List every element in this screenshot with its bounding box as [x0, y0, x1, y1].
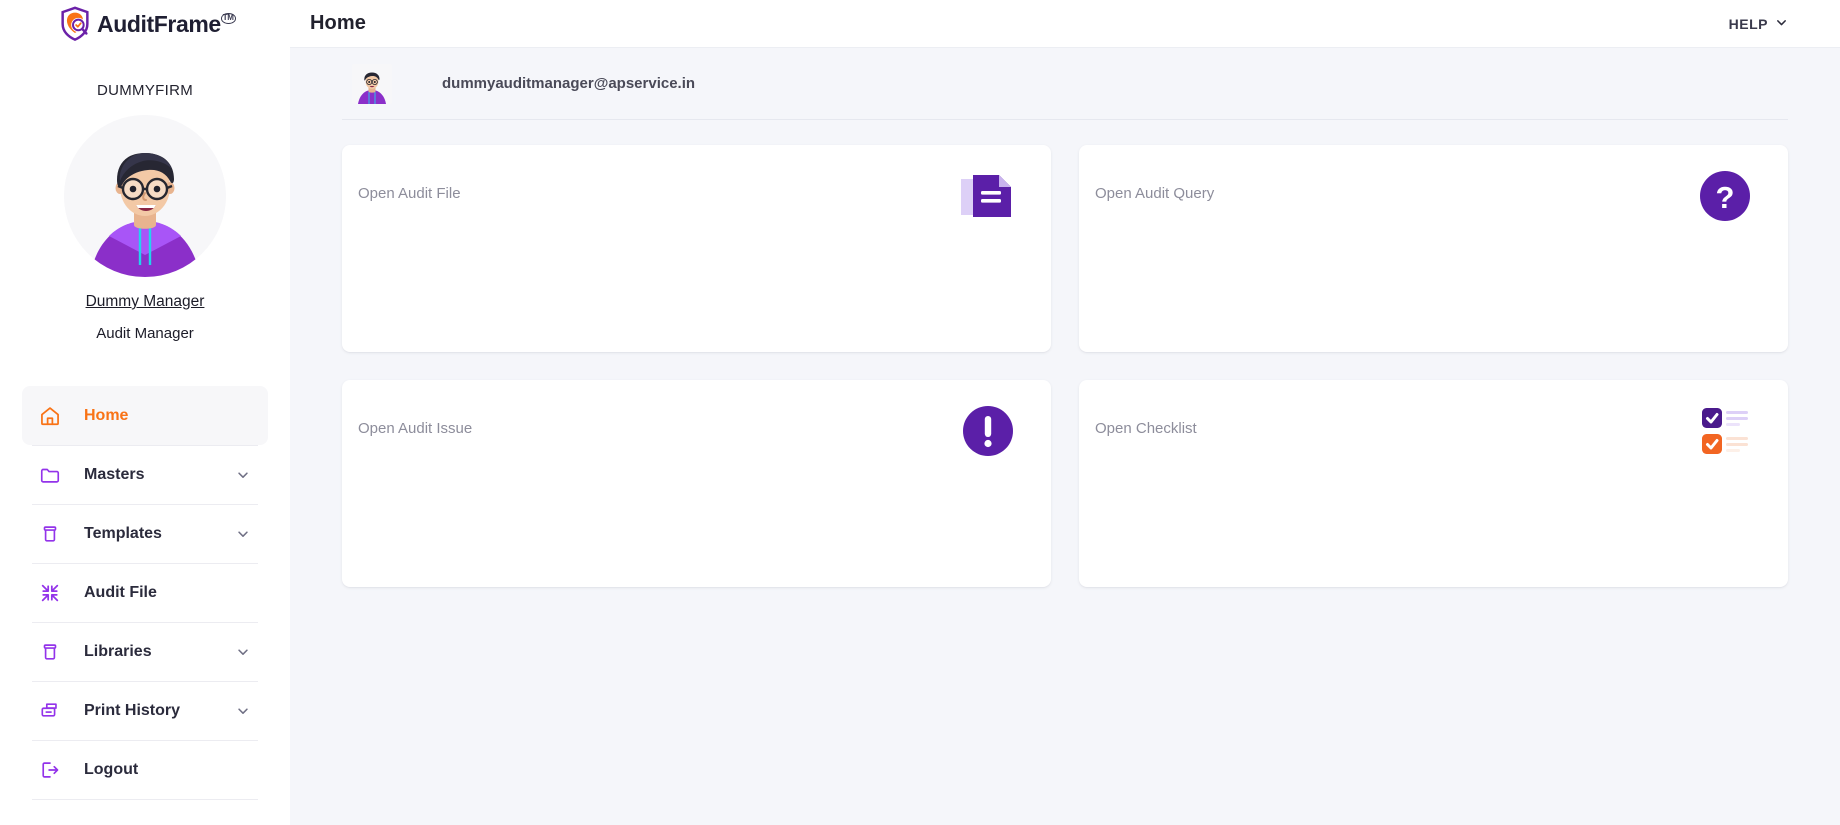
sidebar-item-libraries[interactable]: Libraries	[22, 622, 268, 681]
document-icon	[959, 167, 1017, 225]
sidebar-item-logout[interactable]: Logout	[22, 740, 268, 799]
brand-name: AuditFrame TM	[97, 10, 236, 37]
avatar-container	[0, 115, 290, 277]
user-email: dummyauditmanager@apservice.in	[442, 75, 696, 92]
card-label: Open Checklist	[1095, 420, 1197, 437]
sidebar-bottom-divider	[32, 799, 258, 800]
card-open-audit-issue[interactable]: Open Audit Issue	[342, 380, 1051, 587]
sidebar-item-masters[interactable]: Masters	[22, 445, 268, 504]
page-title: Home	[310, 12, 366, 34]
sidebar-item-print-history[interactable]: Print History	[22, 681, 268, 740]
sidebar-item-label: Audit File	[84, 583, 157, 601]
logout-icon	[38, 758, 62, 782]
card-label: Open Audit Issue	[358, 420, 473, 437]
box-icon	[38, 640, 62, 664]
sidebar: AuditFrame TM DUMMYFIRM Dummy Manager Au…	[0, 0, 290, 825]
sidebar-item-label: Logout	[84, 760, 139, 778]
chevron-down-icon	[1775, 16, 1788, 32]
sidebar-item-label: Libraries	[84, 642, 152, 660]
sidebar-item-audit-file[interactable]: Audit File	[22, 563, 268, 622]
card-open-audit-query[interactable]: Open Audit Query ?	[1079, 145, 1788, 352]
shield-magnifier-logo-icon	[56, 5, 94, 43]
chevron-down-icon[interactable]	[236, 645, 250, 659]
question-mark-circle-icon: ?	[1696, 167, 1754, 225]
sidebar-item-home[interactable]: Home	[22, 386, 268, 445]
home-icon	[38, 404, 62, 428]
card-open-audit-file[interactable]: Open Audit File	[342, 145, 1051, 352]
chevron-down-icon[interactable]	[236, 527, 250, 541]
trademark-symbol: TM	[220, 12, 236, 24]
firm-name: DUMMYFIRM	[96, 82, 194, 99]
checklist-icon	[1696, 402, 1754, 460]
topbar: Home HELP	[290, 0, 1840, 48]
svg-text:?: ?	[1716, 180, 1735, 215]
card-open-checklist[interactable]: Open Checklist	[1079, 380, 1788, 587]
printer-icon	[38, 699, 62, 723]
main-area: Home HELP dummyauditmanager@apservice.in…	[290, 0, 1840, 825]
chevron-down-icon[interactable]	[236, 704, 250, 718]
folder-icon	[38, 463, 62, 487]
box-icon	[38, 522, 62, 546]
user-role: Audit Manager	[96, 325, 194, 342]
sidebar-item-label: Templates	[84, 524, 162, 542]
content-area: dummyauditmanager@apservice.in Open Audi…	[290, 48, 1840, 825]
help-menu-button[interactable]: HELP	[1729, 16, 1788, 32]
exclamation-circle-icon	[959, 402, 1017, 460]
chevron-down-icon[interactable]	[236, 468, 250, 482]
user-avatar-small-icon	[352, 63, 392, 104]
shortcut-card-grid: Open Audit File Open Audit Query ? Open …	[342, 145, 1788, 587]
card-label: Open Audit File	[358, 185, 461, 202]
collapse-icon	[38, 581, 62, 605]
user-avatar-illustration-icon	[64, 115, 226, 277]
current-user-row: dummyauditmanager@apservice.in	[342, 48, 1788, 120]
sidebar-item-label: Masters	[84, 465, 145, 483]
card-label: Open Audit Query	[1095, 185, 1215, 202]
user-name-link[interactable]: Dummy Manager	[0, 293, 290, 311]
sidebar-item-label: Home	[84, 406, 129, 424]
sidebar-item-label: Print History	[84, 701, 181, 719]
help-label: HELP	[1728, 15, 1768, 32]
sidebar-item-templates[interactable]: Templates	[22, 504, 268, 563]
sidebar-nav: Home Masters Templates Audit File Librar…	[0, 386, 290, 799]
app-root: AuditFrame TM DUMMYFIRM Dummy Manager Au…	[0, 0, 1840, 825]
brand-logo[interactable]: AuditFrame TM	[0, 0, 290, 48]
